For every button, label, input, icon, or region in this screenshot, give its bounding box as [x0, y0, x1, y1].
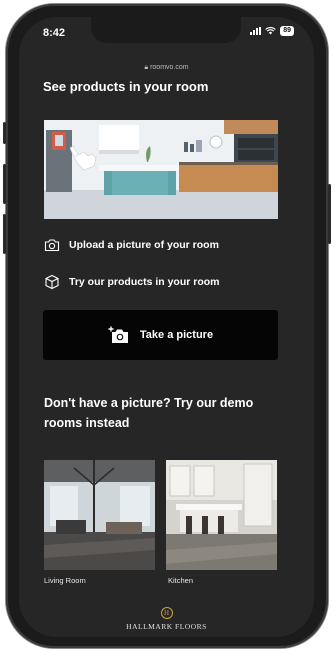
demo-room-living-room[interactable] [44, 460, 155, 570]
page-title: See products in your room [43, 79, 209, 94]
living-room-photo [44, 460, 155, 570]
camera-outline-icon [44, 239, 60, 252]
take-picture-button[interactable]: Take a picture [43, 310, 278, 360]
demo-room-kitchen[interactable] [166, 460, 277, 570]
browser-url-bar[interactable]: 🔒︎ roomvo.com [19, 64, 314, 72]
demo-rooms-heading: Don't have a picture? Try our demo rooms… [44, 396, 254, 430]
status-icons: 89 [250, 26, 294, 36]
step-try: Try our products in your room [44, 274, 220, 290]
notch [91, 17, 241, 43]
cube-outline-icon [45, 274, 59, 290]
camera-plus-icon [108, 326, 128, 343]
hero-room-illustration [44, 120, 278, 219]
mute-switch [3, 122, 6, 144]
volume-up-button [3, 164, 6, 204]
signal-icon [250, 27, 262, 35]
demo-room-kitchen-label: Kitchen [168, 576, 194, 585]
brand-name: HALLMARK FLOORS [126, 622, 207, 631]
step-try-label: Try our products in your room [69, 276, 220, 288]
volume-down-button [3, 214, 6, 254]
wifi-icon [265, 27, 277, 35]
phone-screen: 8:42 89 🔒︎ roomvo.com See products in yo… [19, 17, 314, 637]
brand-mark-icon: H [160, 607, 173, 619]
status-time: 8:42 [43, 27, 66, 39]
url-text: roomvo.com [150, 64, 189, 71]
step-upload: Upload a picture of your room [44, 238, 219, 252]
demo-room-living-room-label: Living Room [44, 576, 86, 585]
battery-icon: 89 [280, 26, 294, 36]
power-button [328, 184, 331, 244]
kitchen-photo [166, 460, 277, 570]
take-picture-label: Take a picture [139, 329, 214, 341]
step-upload-label: Upload a picture of your room [69, 239, 219, 251]
brand-logo: H HALLMARK FLOORS [19, 602, 314, 631]
